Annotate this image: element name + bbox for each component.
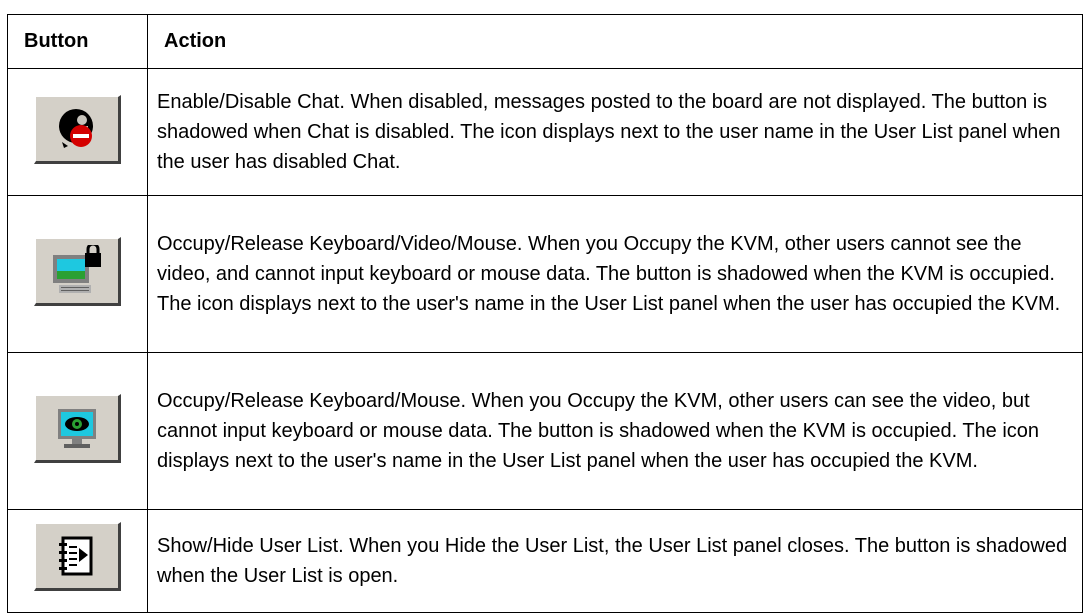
header-button: Button — [7, 14, 148, 69]
button-cell — [7, 68, 148, 196]
keyboard-mouse-occupy-button[interactable] — [34, 394, 121, 463]
action-cell: Show/Hide User List. When you Hide the U… — [147, 509, 1083, 613]
table-row: Show/Hide User List. When you Hide the U… — [7, 509, 1083, 613]
table-row: Enable/Disable Chat. When disabled, mess… — [7, 68, 1083, 196]
action-cell: Enable/Disable Chat. When disabled, mess… — [147, 68, 1083, 196]
button-action-table: Button Action Enable/Disable Chat. When — [7, 14, 1083, 613]
table-row: Occupy/Release Keyboard/Mouse. When you … — [7, 352, 1083, 510]
chat-disabled-icon — [59, 109, 93, 148]
kvm-occupy-locked-icon — [53, 245, 101, 293]
button-cell — [7, 352, 148, 510]
button-cell — [7, 509, 148, 613]
chat-toggle-button[interactable] — [34, 95, 121, 164]
table-row: Occupy/Release Keyboard/Video/Mouse. Whe… — [7, 195, 1083, 353]
button-cell — [7, 195, 148, 353]
header-action: Action — [147, 14, 1083, 69]
kvm-occupy-button[interactable] — [34, 237, 121, 306]
keyboard-mouse-occupy-icon — [58, 409, 96, 448]
user-list-toggle-icon — [59, 536, 93, 576]
table-header-row: Button Action — [7, 14, 1083, 69]
action-cell: Occupy/Release Keyboard/Mouse. When you … — [147, 352, 1083, 510]
user-list-toggle-button[interactable] — [34, 522, 121, 591]
action-cell: Occupy/Release Keyboard/Video/Mouse. Whe… — [147, 195, 1083, 353]
